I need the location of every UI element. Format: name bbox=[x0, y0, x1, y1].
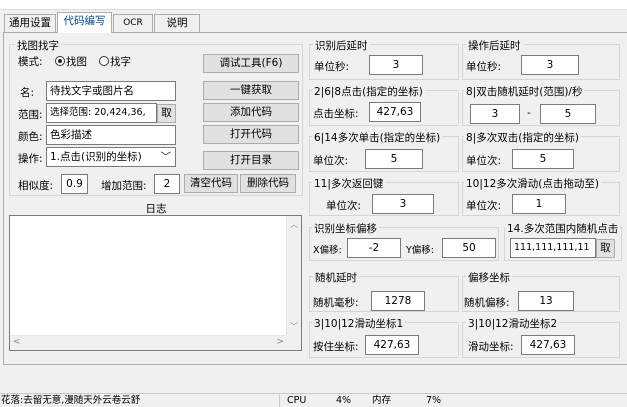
dbl-random-max-input[interactable]: 5 bbox=[540, 104, 596, 124]
recog-delay-label: 识别后延时 bbox=[313, 38, 370, 53]
open-code-button[interactable]: 打开代码 bbox=[203, 125, 299, 144]
range-input[interactable]: 选择范围: 20,424,36, bbox=[46, 103, 157, 123]
status-cpu-label: CPU bbox=[287, 395, 307, 406]
op-select[interactable]: 1.点击(识别的坐标) ﹀ bbox=[46, 147, 176, 167]
op-delay-label: 操作后延时 bbox=[466, 38, 523, 53]
log-textarea[interactable]: ︿ ﹀ < > bbox=[9, 215, 302, 351]
status-marquee-text: 花落:去留无意,漫随天外云卷云舒 bbox=[1, 395, 141, 406]
delete-code-button[interactable]: 删除代码 bbox=[240, 174, 296, 193]
expand-input[interactable]: 2 bbox=[154, 174, 180, 194]
debug-tool-button[interactable]: 调试工具(F6) bbox=[203, 54, 299, 73]
multi-drag-unit: 单位次: bbox=[466, 200, 502, 212]
tab-ocr[interactable]: OCR bbox=[113, 14, 153, 32]
offset-coord-input[interactable]: 13 bbox=[518, 291, 574, 311]
expand-label: 增加范围: bbox=[101, 180, 147, 192]
similarity-label: 相似度: bbox=[18, 180, 54, 192]
recog-delay-unit: 单位秒: bbox=[314, 61, 350, 73]
scroll-corner bbox=[286, 335, 301, 350]
multi-click-input[interactable]: 5 bbox=[365, 149, 423, 169]
tab-code-writing[interactable]: 代码编写 bbox=[57, 12, 112, 33]
recog-delay-input[interactable]: 3 bbox=[369, 55, 423, 75]
click-coord-unit: 点击坐标: bbox=[313, 108, 359, 120]
op-delay-input[interactable]: 3 bbox=[521, 55, 579, 75]
mode-image-radio[interactable]: 找图 bbox=[55, 54, 87, 69]
scroll-left-arrow-icon[interactable]: < bbox=[13, 337, 21, 347]
scroll-down-arrow-icon[interactable]: ﹀ bbox=[290, 321, 298, 332]
multi-dbl-label: 8|多次双击(指定的坐标) bbox=[464, 130, 581, 145]
slide2-unit: 滑动坐标: bbox=[468, 341, 514, 353]
clear-code-button[interactable]: 清空代码 bbox=[184, 174, 238, 193]
status-memory-label: 内存 bbox=[372, 395, 392, 406]
multi-drag-input[interactable]: 1 bbox=[512, 194, 566, 214]
color-input[interactable]: 色彩描述 bbox=[46, 125, 176, 145]
tab-instructions[interactable]: 说明 bbox=[154, 14, 200, 32]
back-key-unit: 单位次: bbox=[326, 200, 362, 212]
name-input[interactable]: 待找文字或图片名 bbox=[46, 81, 176, 101]
offset-label: 识别坐标偏移 bbox=[312, 221, 379, 236]
range-random-input[interactable]: 111,111,111,11 bbox=[510, 238, 596, 258]
op-delay-unit: 单位秒: bbox=[466, 61, 502, 73]
radio-selected-icon bbox=[55, 56, 65, 66]
offset-y-input[interactable]: 50 bbox=[442, 238, 496, 258]
range-pick-button[interactable]: 取 bbox=[157, 104, 176, 123]
open-directory-button[interactable]: 打开目录 bbox=[203, 151, 299, 170]
mode-text-radio[interactable]: 找字 bbox=[99, 54, 131, 69]
slide1-input[interactable]: 427,63 bbox=[365, 335, 419, 355]
mode-image-label: 找图 bbox=[66, 56, 87, 68]
scroll-right-arrow-icon[interactable]: > bbox=[276, 337, 284, 347]
multi-click-unit: 单位次: bbox=[313, 155, 349, 167]
dbl-random-label: 8|双击随机延时(范围)/秒 bbox=[464, 84, 585, 99]
log-title: 日志 bbox=[145, 203, 167, 215]
chevron-down-icon: ﹀ bbox=[160, 151, 172, 163]
mode-text-label: 找字 bbox=[110, 56, 131, 68]
op-label: 操作: bbox=[18, 153, 43, 165]
radio-empty-icon bbox=[99, 56, 109, 66]
status-divider bbox=[279, 395, 280, 407]
multi-drag-label: 10|12多次滑动(点击拖动至) bbox=[464, 176, 601, 191]
color-label: 颜色: bbox=[18, 131, 43, 143]
log-vscrollbar[interactable]: ︿ ﹀ bbox=[286, 216, 301, 335]
offset-coord-label: 偏移坐标 bbox=[466, 270, 512, 285]
offset-x-input[interactable]: -2 bbox=[347, 238, 401, 258]
range-random-label: 14.多次范围内随机点击 bbox=[505, 221, 621, 236]
slide2-input[interactable]: 427,63 bbox=[521, 335, 575, 355]
slide1-unit: 按住坐标: bbox=[313, 341, 359, 353]
range-random-pick-button[interactable]: 取 bbox=[596, 239, 615, 258]
click-coord-label: 2|6|8点击(指定的坐标) bbox=[312, 84, 425, 99]
random-delay-input[interactable]: 1278 bbox=[371, 291, 425, 311]
random-delay-label: 随机延时 bbox=[313, 270, 359, 285]
click-coord-input[interactable]: 427,63 bbox=[369, 102, 421, 122]
offset-x-label: X偏移: bbox=[313, 245, 342, 256]
op-select-value: 1.点击(识别的坐标) bbox=[50, 151, 142, 163]
slide2-label: 3|10|12滑动坐标2 bbox=[466, 316, 560, 331]
one-key-get-button[interactable]: 一键获取 bbox=[203, 81, 299, 100]
scroll-up-arrow-icon[interactable]: ︿ bbox=[290, 219, 298, 230]
back-key-label: 11|多次返回键 bbox=[312, 176, 386, 191]
find-group-label: 找图找字 bbox=[15, 38, 61, 53]
multi-dbl-input[interactable]: 5 bbox=[512, 149, 574, 169]
range-label: 范围: bbox=[18, 109, 43, 121]
slide1-label: 3|10|12滑动坐标1 bbox=[312, 316, 406, 331]
multi-click-label: 6|14多次单击(指定的坐标) bbox=[312, 130, 443, 145]
status-bar: 花落:去留无意,漫随天外云卷云舒 CPU 4% 内存 7% bbox=[0, 393, 627, 407]
dbl-random-separator: - bbox=[527, 107, 531, 119]
name-label: 名: bbox=[20, 87, 35, 99]
similarity-input[interactable]: 0.9 bbox=[61, 174, 88, 194]
random-delay-unit: 随机毫秒: bbox=[313, 297, 359, 309]
offset-coord-unit: 随机偏移: bbox=[464, 297, 510, 309]
dbl-random-min-input[interactable]: 3 bbox=[470, 104, 520, 124]
tab-general-settings[interactable]: 通用设置 bbox=[4, 14, 56, 32]
multi-dbl-unit: 单位次: bbox=[466, 155, 502, 167]
log-hscrollbar[interactable]: < > bbox=[10, 335, 287, 350]
status-cpu-value: 4% bbox=[336, 395, 352, 406]
top-strip bbox=[0, 0, 627, 10]
add-code-button[interactable]: 添加代码 bbox=[203, 103, 299, 122]
offset-y-label: Y偏移: bbox=[406, 245, 435, 256]
back-key-input[interactable]: 3 bbox=[372, 194, 434, 214]
mode-label: 模式: bbox=[18, 56, 43, 68]
status-memory-value: 7% bbox=[426, 395, 442, 406]
